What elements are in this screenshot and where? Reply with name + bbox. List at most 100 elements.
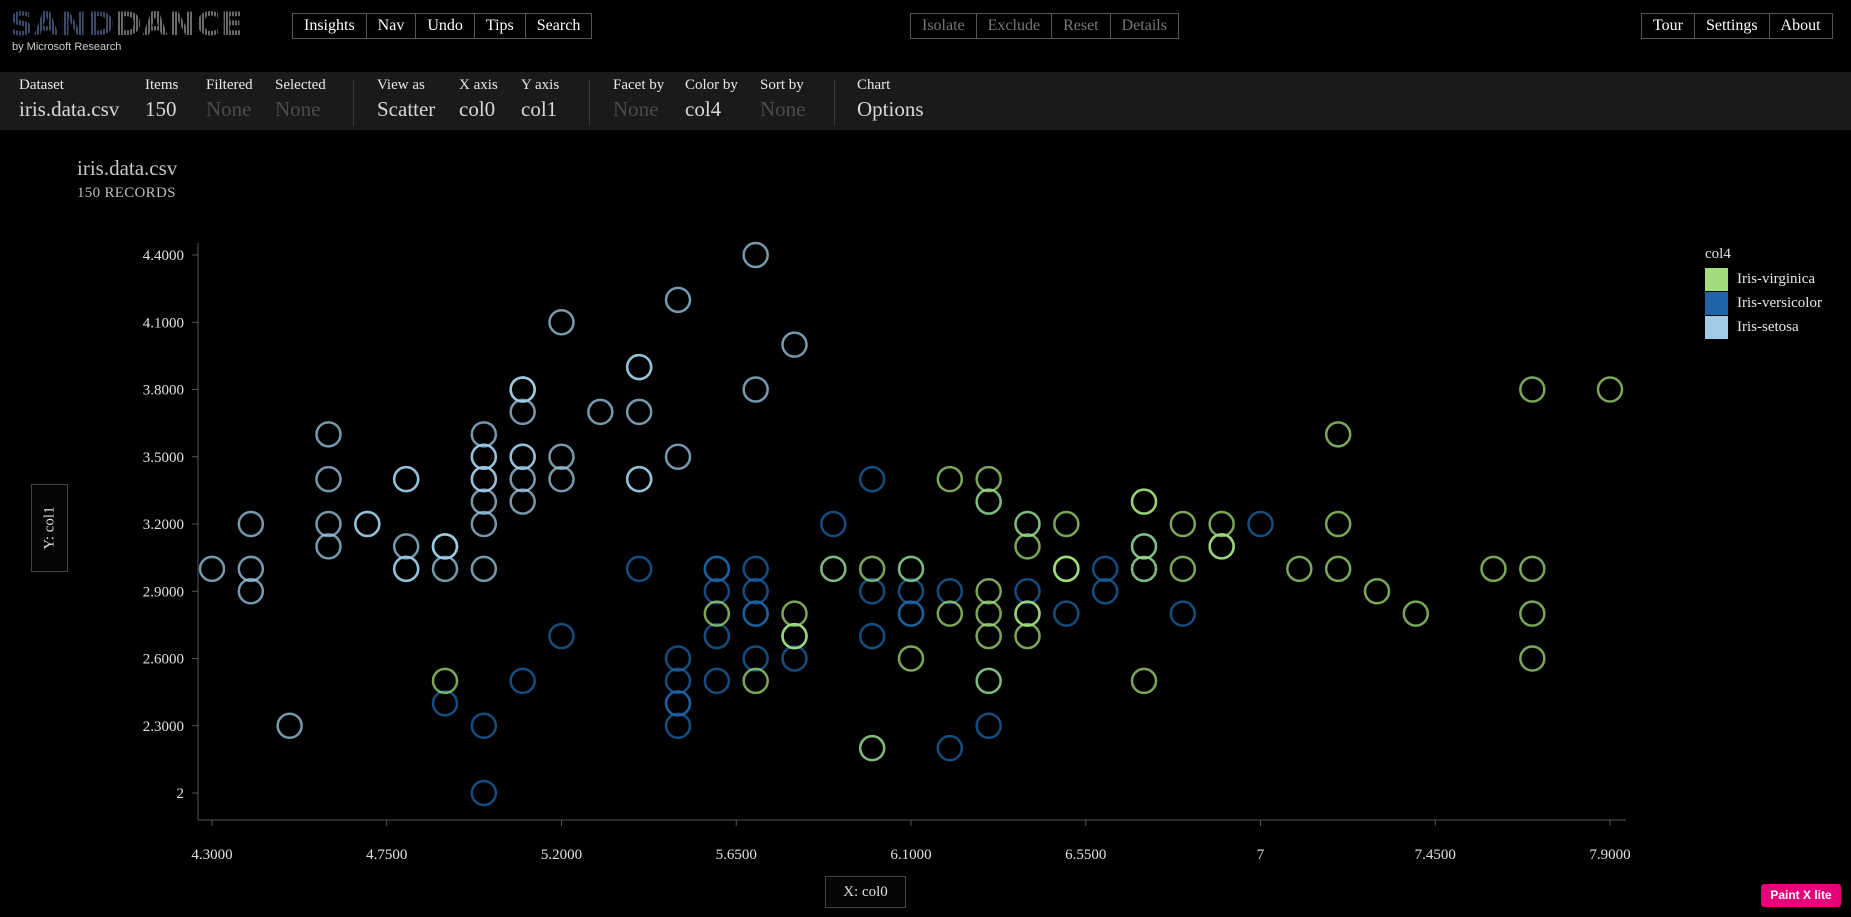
data-point[interactable] xyxy=(392,465,420,493)
data-point[interactable] xyxy=(315,533,342,560)
data-point[interactable] xyxy=(703,578,731,605)
data-point[interactable] xyxy=(470,712,498,739)
data-point[interactable] xyxy=(742,667,769,695)
data-point[interactable] xyxy=(470,510,498,538)
data-point[interactable] xyxy=(742,645,769,672)
data-point[interactable] xyxy=(781,600,808,627)
scatter-plot[interactable]: 4.4000 4.1000 3.8000 3.5000 3.2000 2.9000 2.60… xyxy=(0,0,1851,917)
legend-item-setosa[interactable]: Iris-setosa xyxy=(1705,315,1822,339)
data-point[interactable] xyxy=(1130,555,1158,583)
data-point[interactable] xyxy=(587,398,614,426)
data-point[interactable] xyxy=(431,533,459,560)
data-point[interactable] xyxy=(1130,667,1158,695)
y-axis-button[interactable]: Y: col1 xyxy=(31,484,68,572)
data-point[interactable] xyxy=(470,555,498,583)
data-point[interactable] xyxy=(509,488,536,515)
data-point[interactable] xyxy=(1169,510,1197,538)
data-point[interactable] xyxy=(897,578,925,605)
data-point[interactable] xyxy=(1519,600,1546,627)
data-point[interactable] xyxy=(897,555,925,583)
data-point[interactable] xyxy=(858,734,886,762)
data-point[interactable] xyxy=(509,376,536,403)
data-point[interactable] xyxy=(315,465,342,493)
data-point[interactable] xyxy=(237,578,265,605)
data-point[interactable] xyxy=(1053,555,1080,583)
data-point[interactable] xyxy=(276,712,303,739)
data-point[interactable] xyxy=(664,712,692,739)
data-point[interactable] xyxy=(1286,555,1313,583)
data-point[interactable] xyxy=(1247,510,1274,538)
data-point[interactable] xyxy=(625,555,653,583)
data-point[interactable] xyxy=(897,600,925,627)
data-point[interactable] xyxy=(470,488,498,515)
data-point[interactable] xyxy=(392,533,420,560)
data-point[interactable] xyxy=(858,555,886,583)
data-point[interactable] xyxy=(1363,578,1391,605)
data-point[interactable] xyxy=(975,667,1002,695)
data-point[interactable] xyxy=(548,309,575,336)
data-point[interactable] xyxy=(548,622,575,650)
data-point[interactable] xyxy=(897,645,925,672)
data-point[interactable] xyxy=(975,578,1002,605)
data-point[interactable] xyxy=(1208,533,1235,560)
data-point[interactable] xyxy=(1480,555,1507,583)
x-axis-button[interactable]: X: col0 xyxy=(825,876,906,908)
data-point[interactable] xyxy=(936,578,964,605)
data-point[interactable] xyxy=(820,510,847,538)
paint-x-lite-badge[interactable]: Paint X lite xyxy=(1761,884,1841,907)
data-point[interactable] xyxy=(509,465,536,493)
data-point[interactable] xyxy=(470,779,498,807)
data-point[interactable] xyxy=(1324,555,1352,583)
data-point[interactable] xyxy=(1014,622,1041,650)
data-point[interactable] xyxy=(548,465,575,493)
data-point[interactable] xyxy=(664,690,692,717)
data-point[interactable] xyxy=(548,443,575,470)
data-point[interactable] xyxy=(315,421,342,448)
data-point[interactable] xyxy=(509,667,536,695)
data-point[interactable] xyxy=(1014,510,1041,538)
data-point[interactable] xyxy=(392,555,420,583)
data-point[interactable] xyxy=(625,465,653,493)
data-point[interactable] xyxy=(742,376,769,403)
data-point[interactable] xyxy=(354,510,381,538)
data-point[interactable] xyxy=(431,555,459,583)
data-point[interactable] xyxy=(936,465,964,493)
data-point[interactable] xyxy=(742,600,769,627)
data-point[interactable] xyxy=(936,734,964,762)
data-point[interactable] xyxy=(1402,600,1430,627)
data-point[interactable] xyxy=(781,622,808,650)
data-point[interactable] xyxy=(625,353,653,381)
data-point[interactable] xyxy=(1324,421,1352,448)
data-point[interactable] xyxy=(1091,578,1119,605)
data-point[interactable] xyxy=(431,690,459,717)
data-point[interactable] xyxy=(1169,555,1197,583)
data-point[interactable] xyxy=(470,465,498,493)
data-point[interactable] xyxy=(509,443,536,470)
legend-item-versicolor[interactable]: Iris-versicolor xyxy=(1705,291,1822,315)
data-point[interactable] xyxy=(1324,510,1352,538)
data-point[interactable] xyxy=(198,555,226,583)
data-point[interactable] xyxy=(858,465,886,493)
data-point[interactable] xyxy=(703,555,731,583)
data-point[interactable] xyxy=(431,667,459,695)
data-point[interactable] xyxy=(1169,600,1197,627)
data-point[interactable] xyxy=(858,622,886,650)
data-point[interactable] xyxy=(1519,645,1546,672)
data-point[interactable] xyxy=(1519,376,1546,403)
data-point[interactable] xyxy=(858,578,886,605)
data-point[interactable] xyxy=(781,645,808,672)
data-point[interactable] xyxy=(975,712,1002,739)
data-point[interactable] xyxy=(703,600,731,627)
data-point[interactable] xyxy=(975,488,1002,515)
data-point[interactable] xyxy=(1130,488,1158,515)
data-point[interactable] xyxy=(1053,600,1080,627)
data-point[interactable] xyxy=(975,622,1002,650)
data-point[interactable] xyxy=(1014,600,1041,627)
data-point[interactable] xyxy=(975,600,1002,627)
data-point[interactable] xyxy=(742,241,769,269)
data-point[interactable] xyxy=(703,667,731,695)
data-point[interactable] xyxy=(742,578,769,605)
data-point[interactable] xyxy=(315,510,342,538)
data-point[interactable] xyxy=(1596,376,1624,403)
data-point[interactable] xyxy=(1053,510,1080,538)
